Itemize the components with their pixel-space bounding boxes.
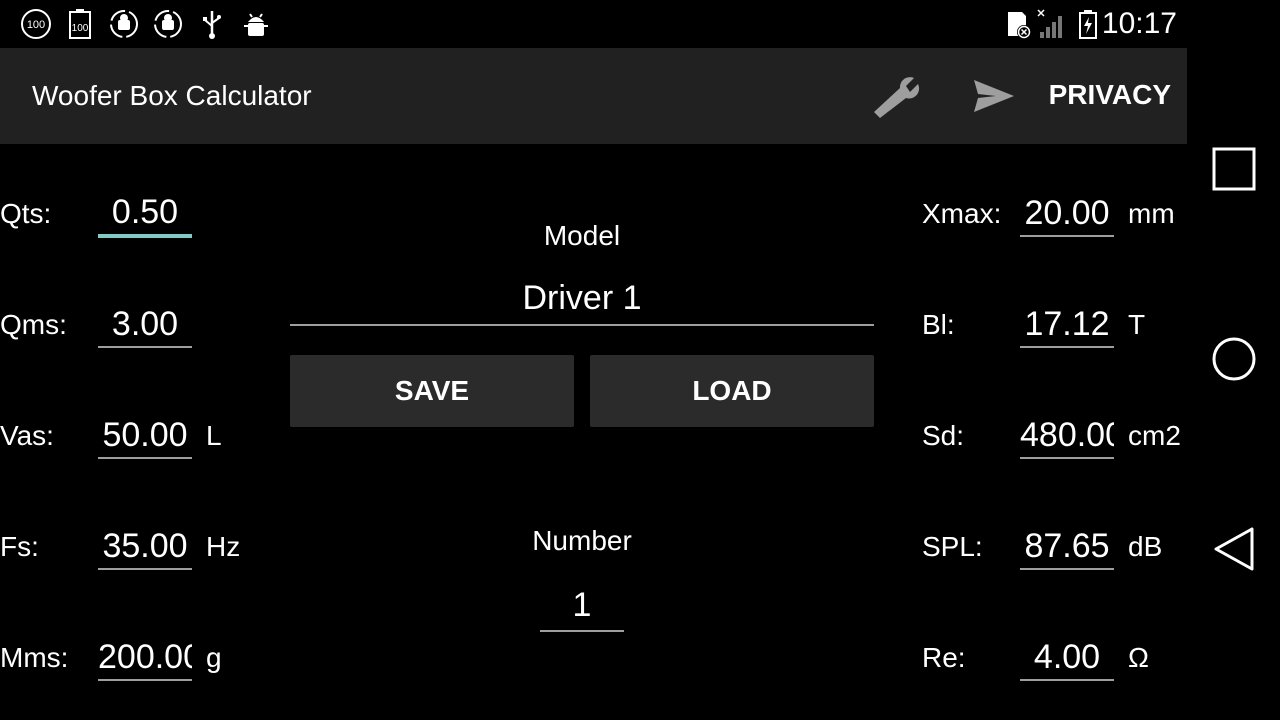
qts-label: Qts:	[0, 198, 52, 229]
xmax-label: Xmax:	[922, 198, 1002, 229]
app-bar: Woofer Box Calculator PRIVACY	[0, 48, 1187, 144]
mms-input[interactable]: 200.00	[98, 635, 192, 681]
battery-charging-icon	[1072, 8, 1104, 40]
android-debug-icon	[240, 8, 272, 40]
vas-unit: L	[206, 420, 222, 451]
fs-label: Fs:	[0, 531, 39, 562]
fs-input[interactable]: 35.00	[98, 524, 192, 570]
battery-100-icon: 100	[64, 8, 96, 40]
battery-text: 100	[72, 23, 89, 34]
sd-input[interactable]: 480.00	[1020, 413, 1114, 459]
battery-100-circle-icon: 100	[20, 8, 52, 40]
privacy-button[interactable]: PRIVACY	[1049, 79, 1171, 111]
fs-unit: Hz	[206, 531, 241, 562]
model-name-input[interactable]: Driver 1	[290, 272, 874, 326]
usb-icon	[196, 8, 228, 40]
square-recents-icon[interactable]	[1207, 142, 1261, 196]
xmax-input[interactable]: 20.00	[1020, 191, 1114, 237]
sd-unit: cm2	[1128, 420, 1181, 451]
model-label: Model	[543, 220, 621, 251]
vas-input[interactable]: 50.00	[98, 413, 192, 459]
status-clock: 10:17	[1101, 7, 1177, 40]
navigation-bar	[1187, 0, 1280, 720]
battery-circle-text: 100	[27, 19, 45, 31]
mms-label: Mms:	[0, 642, 69, 673]
save-button[interactable]: SAVE	[290, 355, 574, 427]
triangle-back-icon[interactable]	[1207, 522, 1261, 576]
spl-label: SPL:	[922, 531, 983, 562]
vas-label: Vas:	[0, 420, 54, 451]
qts-input[interactable]: 0.50	[98, 190, 192, 238]
spl-input[interactable]: 87.65	[1020, 524, 1114, 570]
bl-unit: T	[1128, 309, 1146, 340]
circle-home-icon[interactable]	[1207, 332, 1261, 386]
signal-no-service-icon	[1036, 8, 1068, 40]
load-button[interactable]: LOAD	[590, 355, 874, 427]
qms-label: Qms:	[0, 309, 67, 340]
app-title: Woofer Box Calculator	[32, 80, 312, 111]
status-bar: 100 100 10:17	[0, 0, 1187, 48]
xmax-unit: mm	[1128, 198, 1175, 229]
number-label: Number	[532, 525, 632, 556]
bl-label: Bl:	[922, 309, 955, 340]
android-sync-icon	[108, 8, 140, 40]
qms-input[interactable]: 3.00	[98, 302, 192, 348]
send-icon[interactable]	[962, 72, 1022, 120]
wrench-icon[interactable]	[866, 72, 926, 120]
spl-unit: dB	[1128, 531, 1163, 562]
sd-label: Sd:	[922, 420, 965, 451]
re-unit: Ω	[1128, 642, 1149, 673]
android-sync-icon	[152, 8, 184, 40]
sd-card-error-icon	[1002, 8, 1034, 40]
mms-unit: g	[206, 642, 222, 673]
number-input[interactable]: 1	[540, 580, 624, 632]
re-input[interactable]: 4.00	[1020, 635, 1114, 681]
bl-input[interactable]: 17.12	[1020, 302, 1114, 348]
re-label: Re:	[922, 642, 966, 673]
